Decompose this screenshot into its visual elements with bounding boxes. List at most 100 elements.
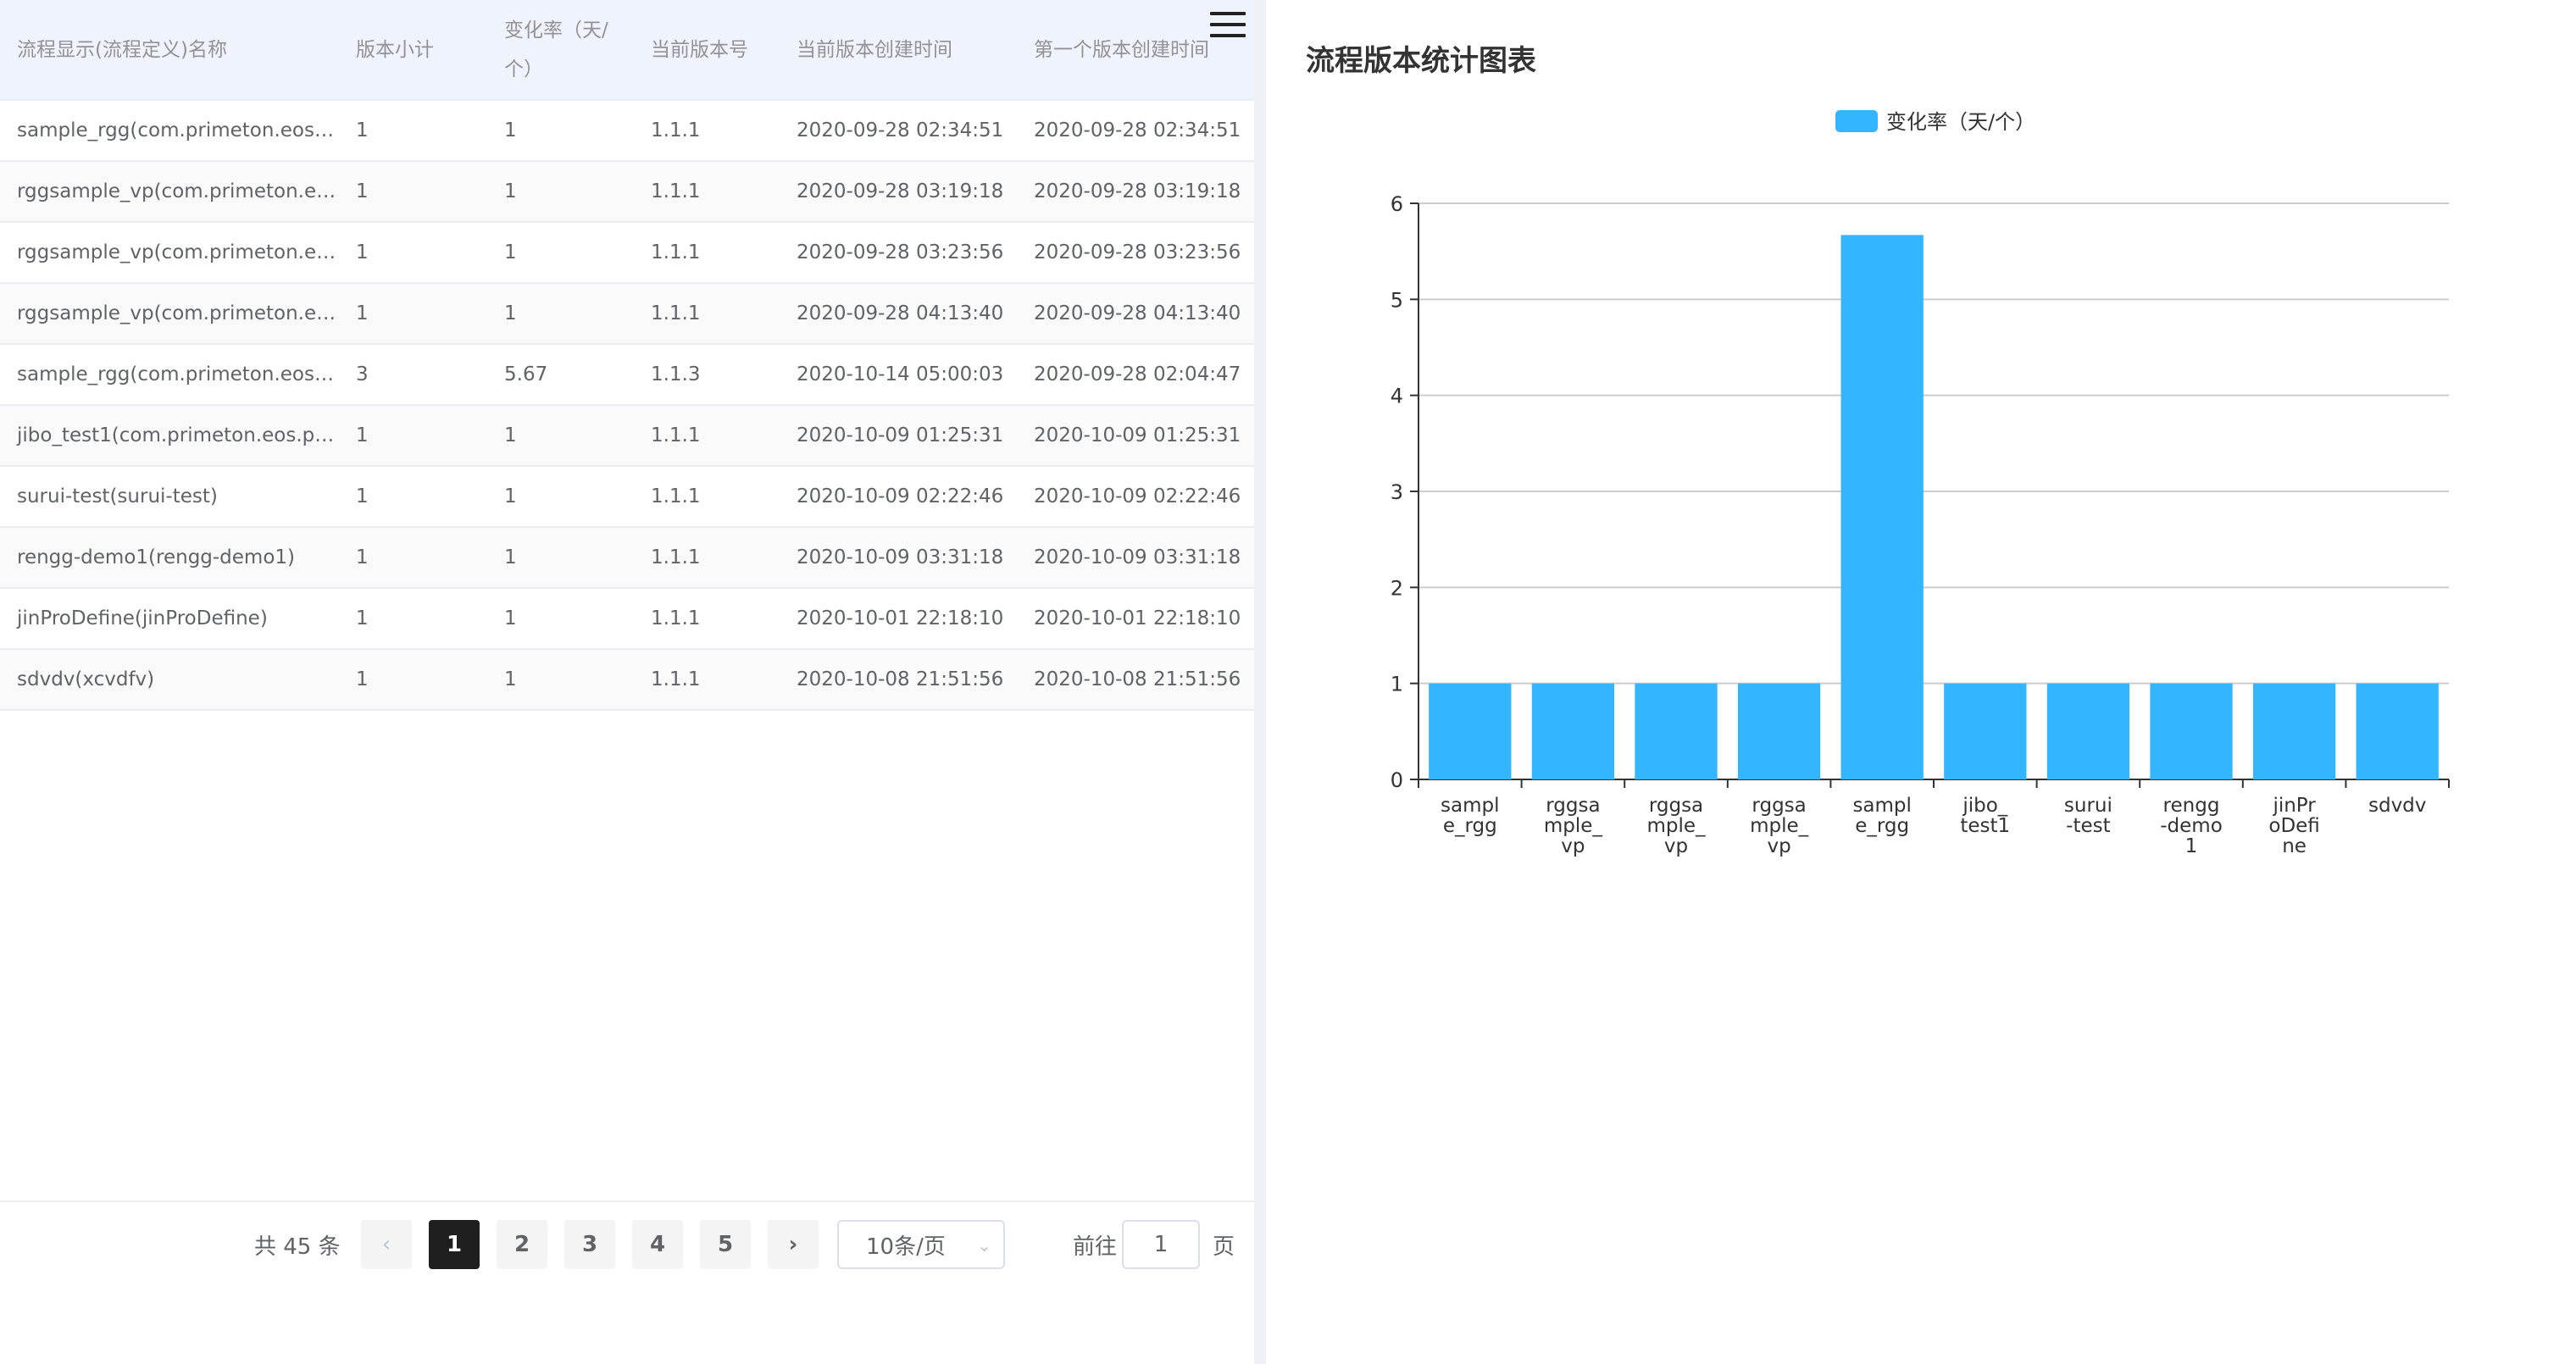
table-row[interactable]: rggsample_vp(com.primeton.e… 1 1 1.1.1 2020-…: [0, 283, 1254, 345]
x-tick-label: jibo_: [1962, 795, 2007, 817]
x-tick-label: vp: [1767, 835, 1790, 857]
cell-version: 1.1.1: [634, 588, 780, 650]
legend-label: 变化率（天/个）: [1886, 110, 2035, 134]
cell-version: 1.1.1: [634, 527, 780, 589]
cell-name: jibo_test1(com.primeton.eos.pr…: [0, 405, 339, 467]
cell-name: jinProDefine(jinProDefine): [0, 588, 339, 650]
pagination-page-2[interactable]: 2: [497, 1220, 547, 1269]
x-tick-label: mple_: [1750, 815, 1809, 837]
pagination-divider: [0, 1200, 1254, 1202]
cell-rate: 1: [487, 466, 634, 528]
cell-version: 1.1.1: [634, 100, 780, 162]
cell-count: 1: [339, 466, 487, 528]
cell-count: 1: [339, 649, 487, 711]
header-current-created-time: 当前版本创建时间: [780, 0, 1017, 101]
table-row[interactable]: sample_rgg(com.primeton.eos.… 3 5.67 1.1.3 2…: [0, 344, 1254, 406]
cell-first-time: 2020-10-09 01:25:31: [1017, 405, 1254, 467]
cell-rate: 1: [487, 100, 634, 162]
cell-rate: 1: [487, 527, 634, 589]
cell-version: 1.1.1: [634, 222, 780, 284]
cell-rate: 1: [487, 222, 634, 284]
bar: [1531, 683, 1615, 779]
pagination-page-1[interactable]: 1: [429, 1220, 480, 1269]
header-change-rate: 变化率（天/ 个）: [487, 0, 634, 101]
x-tick-label: rggsa: [1546, 795, 1600, 817]
chevron-right-icon: ›: [788, 1232, 798, 1257]
pagination-page-3[interactable]: 3: [564, 1220, 615, 1269]
cell-current-time: 2020-10-01 22:18:10: [780, 588, 1017, 650]
table-row[interactable]: sdvdv(xcvdfv) 1 1 1.1.1 2020-10-08 21:51:56 2…: [0, 649, 1254, 711]
header-change-rate-line2: 个）: [504, 58, 543, 80]
cell-first-time: 2020-10-09 02:22:46: [1017, 466, 1254, 528]
bar: [1737, 683, 1821, 779]
pagination-next-button[interactable]: ›: [768, 1220, 819, 1269]
cell-version: 1.1.1: [634, 649, 780, 711]
cell-version: 1.1.1: [634, 405, 780, 467]
table-row[interactable]: rggsample_vp(com.primeton.e… 1 1 1.1.1 2020-…: [0, 161, 1254, 223]
x-tick-label: sampl: [1852, 795, 1911, 817]
cell-first-time: 2020-09-28 02:34:51: [1017, 100, 1254, 162]
cell-rate: 1: [487, 588, 634, 650]
cell-current-time: 2020-09-28 03:19:18: [780, 161, 1017, 223]
x-tick-label: jinPr: [2272, 795, 2316, 817]
cell-count: 1: [339, 283, 487, 345]
cell-current-time: 2020-10-09 03:31:18: [780, 527, 1017, 589]
y-tick-label: 2: [1391, 576, 1403, 600]
y-tick-label: 3: [1391, 480, 1403, 504]
x-tick-label: 1: [2185, 835, 2198, 857]
cell-count: 3: [339, 344, 487, 406]
header-change-rate-line1: 变化率（天/: [504, 19, 608, 42]
x-tick-label: test1: [1960, 815, 2010, 837]
cell-current-time: 2020-10-09 02:22:46: [780, 466, 1017, 528]
x-tick-label: sdvdv: [2368, 795, 2426, 817]
cell-first-time: 2020-09-28 02:04:47: [1017, 344, 1254, 406]
process-version-table: 流程显示(流程定义)名称 版本小计 变化率（天/ 个） 当前版本号 当前版本创建…: [0, 0, 1254, 711]
cell-name: rengg-demo1(rengg-demo1): [0, 527, 339, 589]
header-version-count: 版本小计: [339, 0, 487, 101]
cell-count: 1: [339, 222, 487, 284]
cell-rate: 1: [487, 649, 634, 711]
x-tick-label: e_rgg: [1443, 815, 1497, 837]
cell-name: rggsample_vp(com.primeton.e…: [0, 283, 339, 345]
table-row[interactable]: jinProDefine(jinProDefine) 1 1 1.1.1 2020-10…: [0, 588, 1254, 650]
cell-count: 1: [339, 161, 487, 223]
table-row[interactable]: jibo_test1(com.primeton.eos.pr… 1 1 1.1.1 20…: [0, 405, 1254, 467]
cell-current-time: 2020-10-09 01:25:31: [780, 405, 1017, 467]
table-header-row: 流程显示(流程定义)名称 版本小计 变化率（天/ 个） 当前版本号 当前版本创建…: [0, 0, 1254, 101]
y-tick-label: 0: [1391, 768, 1403, 792]
y-tick-label: 1: [1391, 673, 1403, 696]
page-size-select[interactable]: 10条/页 ⌄: [837, 1220, 1005, 1269]
cell-count: 1: [339, 588, 487, 650]
pagination-total: 共 45 条: [254, 1234, 341, 1260]
cell-current-time: 2020-09-28 04:13:40: [780, 283, 1017, 345]
pagination-page-4[interactable]: 4: [632, 1220, 683, 1269]
cell-count: 1: [339, 527, 487, 589]
x-tick-label: vp: [1561, 835, 1585, 857]
table-row[interactable]: rengg-demo1(rengg-demo1) 1 1 1.1.1 2020-10-0…: [0, 527, 1254, 589]
pagination-prev-button[interactable]: ‹: [361, 1220, 412, 1269]
cell-name: sdvdv(xcvdfv): [0, 649, 339, 711]
table-row[interactable]: sample_rgg(com.primeton.eos.… 1 1 1.1.1 2020…: [0, 100, 1254, 162]
bar: [2046, 683, 2130, 779]
cell-rate: 1: [487, 161, 634, 223]
cell-first-time: 2020-10-01 22:18:10: [1017, 588, 1254, 650]
hamburger-menu-icon[interactable]: [1210, 12, 1246, 41]
x-tick-label: vp: [1664, 835, 1688, 857]
jump-page-input[interactable]: 1: [1122, 1220, 1200, 1269]
bar: [1429, 683, 1512, 779]
chevron-down-icon: ⌄: [977, 1235, 991, 1256]
cell-first-time: 2020-09-28 03:23:56: [1017, 222, 1254, 284]
table-row[interactable]: surui-test(surui-test) 1 1 1.1.1 2020-10-09 …: [0, 466, 1254, 528]
jump-prefix-label: 前往: [1072, 1234, 1117, 1260]
legend-swatch: [1835, 110, 1878, 132]
panel-splitter[interactable]: [1254, 0, 1266, 1364]
x-tick-label: mple_: [1646, 815, 1706, 837]
cell-first-time: 2020-09-28 04:13:40: [1017, 283, 1254, 345]
chart-panel: 流程版本统计图表 变化率（天/个） 0 1 2 3 4 5 6 sampl e_rgg rggsa m…: [1266, 0, 2576, 1364]
cell-rate: 5.67: [487, 344, 634, 406]
table-row[interactable]: rggsample_vp(com.primeton.e… 1 1 1.1.1 2020-…: [0, 222, 1254, 284]
x-tick-label: -demo: [2160, 815, 2223, 837]
bar: [2252, 683, 2336, 779]
chevron-left-icon: ‹: [381, 1232, 391, 1257]
pagination-page-5[interactable]: 5: [700, 1220, 751, 1269]
